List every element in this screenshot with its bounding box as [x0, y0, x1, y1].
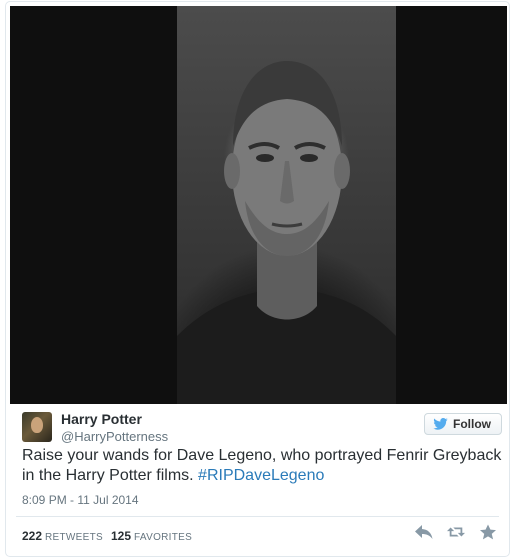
follow-button-label: Follow [453, 417, 491, 431]
retweet-icon[interactable] [447, 524, 465, 540]
author-handle[interactable]: @HarryPotterness [61, 429, 168, 444]
author-name[interactable]: Harry Potter [61, 411, 142, 427]
retweets-count[interactable]: 222 [22, 529, 42, 543]
hashtag-link[interactable]: #RIPDaveLegeno [198, 467, 324, 484]
tweet-timestamp[interactable]: 8:09 PM - 11 Jul 2014 [22, 493, 139, 507]
star-icon[interactable] [479, 524, 497, 540]
divider [16, 516, 499, 517]
favorites-label[interactable]: FAVORITES [134, 532, 192, 543]
tweet-text: Raise your wands for Dave Legeno, who po… [22, 446, 502, 486]
reply-icon[interactable] [415, 524, 433, 540]
tweet-photo[interactable] [10, 6, 507, 404]
tweet-author: Harry Potter @HarryPotterness Follow [22, 410, 502, 446]
follow-button[interactable]: Follow [424, 413, 502, 435]
portrait-photo [177, 6, 396, 404]
favorites-count[interactable]: 125 [111, 529, 131, 543]
avatar[interactable] [22, 412, 52, 442]
tweet-stats: 222 RETWEETS 125 FAVORITES [22, 529, 200, 543]
tweet-card: Harry Potter @HarryPotterness Follow Rai… [5, 1, 510, 557]
tweet-actions [415, 524, 497, 540]
twitter-bird-icon [433, 418, 448, 430]
retweets-label[interactable]: RETWEETS [45, 532, 103, 543]
